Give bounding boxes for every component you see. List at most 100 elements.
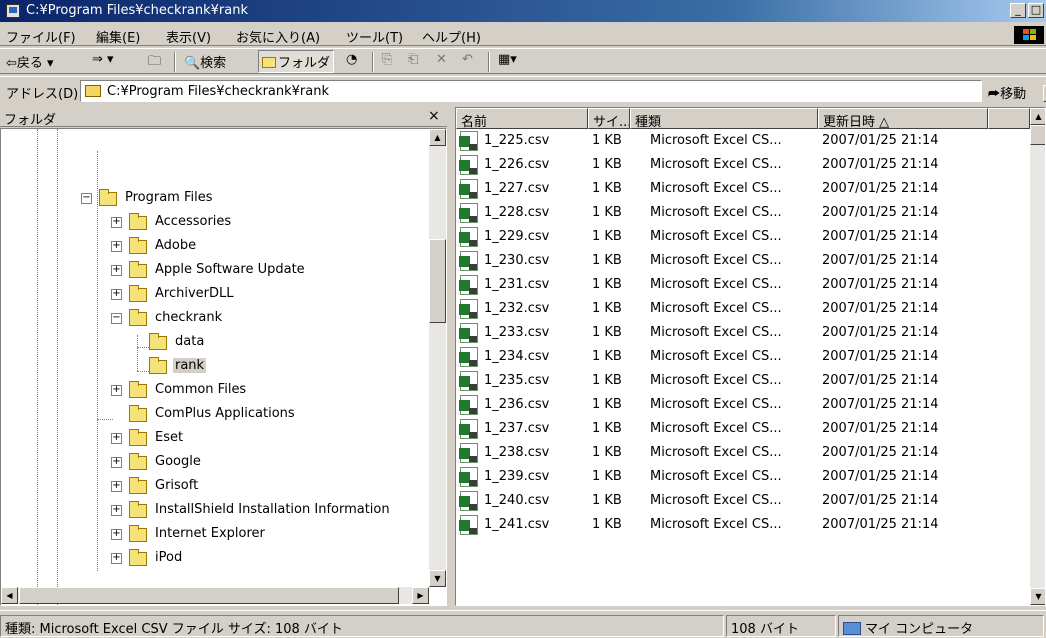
close-folder-pane-button[interactable]: × (428, 108, 440, 124)
menu-file[interactable]: ファイル(F) (6, 27, 76, 46)
go-button[interactable]: ⮫移動 (988, 83, 1026, 102)
move-to-icon[interactable]: ⎘ (382, 52, 392, 67)
copy-to-icon[interactable]: ⎗ (408, 52, 418, 67)
excel-csv-file-icon (459, 251, 478, 271)
history-icon[interactable]: ◔ (346, 52, 357, 67)
file-modified: 2007/01/25 21:14 (822, 421, 939, 436)
column-header-type[interactable]: 種類 (630, 108, 818, 129)
file-type: Microsoft Excel CS... (650, 397, 782, 412)
file-row[interactable]: 1_233.csv 1 KB Microsoft Excel CS... 2007/0… (456, 321, 1030, 345)
expand-icon[interactable]: + (111, 289, 122, 300)
excel-csv-file-icon (459, 347, 478, 367)
file-row[interactable]: 1_231.csv 1 KB Microsoft Excel CS... 2007/0… (456, 273, 1030, 297)
file-row[interactable]: 1_226.csv 1 KB Microsoft Excel CS... 2007/0… (456, 153, 1030, 177)
file-row[interactable]: 1_225.csv 1 KB Microsoft Excel CS... 2007/0… (456, 129, 1030, 153)
title-bar[interactable]: C:¥Program Files¥checkrank¥rank _ □ (0, 0, 1046, 22)
column-header-blank[interactable] (988, 108, 1030, 129)
tree-item-label: Grisoft (155, 478, 199, 493)
forward-button[interactable]: ⇒ ▾ (92, 52, 114, 67)
expand-icon[interactable]: + (111, 457, 122, 468)
file-row[interactable]: 1_228.csv 1 KB Microsoft Excel CS... 2007/0… (456, 201, 1030, 225)
expand-icon[interactable]: + (111, 433, 122, 444)
folder-icon (149, 333, 167, 350)
folder-icon (262, 57, 276, 68)
file-name: 1_231.csv (484, 277, 550, 292)
address-input[interactable]: C:¥Program Files¥checkrank¥rank ▼ (80, 80, 1046, 102)
file-row[interactable]: 1_227.csv 1 KB Microsoft Excel CS... 2007/0… (456, 177, 1030, 201)
up-folder-icon[interactable]: 🗀 (148, 52, 161, 74)
file-modified: 2007/01/25 21:14 (822, 397, 939, 412)
file-type: Microsoft Excel CS... (650, 205, 782, 220)
file-modified: 2007/01/25 21:14 (822, 133, 939, 148)
file-row[interactable]: 1_232.csv 1 KB Microsoft Excel CS... 2007/0… (456, 297, 1030, 321)
list-vertical-scrollbar[interactable]: ▲ ▼ (1030, 108, 1045, 605)
maximize-button[interactable]: □ (1028, 3, 1044, 18)
delete-icon[interactable]: ✕ (436, 52, 447, 67)
file-size: 1 KB (592, 229, 622, 244)
scroll-left-icon[interactable]: ◀ (1, 587, 18, 604)
undo-icon[interactable]: ↶ (462, 52, 473, 67)
expand-icon[interactable]: + (111, 529, 122, 540)
file-row[interactable]: 1_234.csv 1 KB Microsoft Excel CS... 2007/0… (456, 345, 1030, 369)
folders-button[interactable]: フォルダ (258, 50, 335, 73)
menu-edit[interactable]: 編集(E) (96, 27, 140, 46)
folder-open-icon (99, 189, 117, 206)
scrollbar-thumb[interactable] (429, 239, 446, 323)
views-icon[interactable]: ▦▾ (498, 52, 517, 67)
file-size: 1 KB (592, 445, 622, 460)
file-row[interactable]: 1_240.csv 1 KB Microsoft Excel CS... 2007/0… (456, 489, 1030, 513)
scrollbar-thumb[interactable] (1030, 125, 1045, 145)
file-size: 1 KB (592, 205, 622, 220)
tree-line (97, 151, 98, 571)
expand-icon[interactable]: + (111, 505, 122, 516)
file-row[interactable]: 1_238.csv 1 KB Microsoft Excel CS... 2007/0… (456, 441, 1030, 465)
expand-icon[interactable]: + (111, 385, 122, 396)
file-row[interactable]: 1_236.csv 1 KB Microsoft Excel CS... 2007/0… (456, 393, 1030, 417)
file-row[interactable]: 1_241.csv 1 KB Microsoft Excel CS... 2007/0… (456, 513, 1030, 537)
scroll-down-icon[interactable]: ▼ (1030, 588, 1045, 605)
expand-icon[interactable]: + (111, 217, 122, 228)
file-type: Microsoft Excel CS... (650, 253, 782, 268)
column-header-name[interactable]: 名前 (456, 108, 588, 129)
column-header-modified[interactable]: 更新日時 △ (818, 108, 988, 129)
status-location: マイ コンピュータ (838, 615, 1044, 637)
file-row[interactable]: 1_237.csv 1 KB Microsoft Excel CS... 2007/0… (456, 417, 1030, 441)
expand-icon[interactable]: + (111, 553, 122, 564)
menu-view[interactable]: 表示(V) (166, 27, 211, 46)
folder-icon (129, 381, 147, 398)
folder-icon (129, 405, 147, 422)
excel-csv-file-icon (459, 323, 478, 343)
expand-icon[interactable]: + (111, 481, 122, 492)
file-row[interactable]: 1_235.csv 1 KB Microsoft Excel CS... 2007/0… (456, 369, 1030, 393)
minimize-button[interactable]: _ (1010, 3, 1026, 18)
folder-tree[interactable]: − Program Files + Accessories + Adobe + … (0, 128, 447, 606)
menu-help[interactable]: ヘルプ(H) (422, 27, 481, 46)
scroll-right-icon[interactable]: ▶ (412, 587, 429, 604)
tree-horizontal-scrollbar[interactable]: ◀ ▶ (1, 587, 429, 604)
menu-tools[interactable]: ツール(T) (346, 27, 403, 46)
scroll-up-icon[interactable]: ▲ (1030, 108, 1045, 125)
column-header-size[interactable]: サイ... (588, 108, 630, 129)
excel-csv-file-icon (459, 227, 478, 247)
menu-favorites[interactable]: お気に入り(A) (236, 27, 320, 46)
file-type: Microsoft Excel CS... (650, 157, 782, 172)
scroll-up-icon[interactable]: ▲ (429, 129, 446, 146)
file-list[interactable]: 名前 サイ... 種類 更新日時 △ 1_225.csv 1 KB Microsof… (455, 107, 1046, 606)
folders-label: フォルダ (278, 56, 331, 71)
tree-vertical-scrollbar[interactable]: ▲ ▼ (429, 129, 446, 587)
file-modified: 2007/01/25 21:14 (822, 325, 939, 340)
folder-pane-title: フォルダ (4, 113, 57, 128)
scrollbar-thumb[interactable] (19, 587, 399, 604)
collapse-icon[interactable]: − (81, 193, 92, 204)
expand-icon[interactable]: + (111, 265, 122, 276)
back-button[interactable]: ⇦戻る ▾ (6, 52, 54, 71)
file-row[interactable]: 1_229.csv 1 KB Microsoft Excel CS... 2007/0… (456, 225, 1030, 249)
collapse-icon[interactable]: − (111, 313, 122, 324)
scroll-down-icon[interactable]: ▼ (429, 570, 446, 587)
search-button[interactable]: 🔍検索 (184, 52, 226, 71)
tree-item-label: data (175, 334, 205, 349)
file-row[interactable]: 1_239.csv 1 KB Microsoft Excel CS... 2007/0… (456, 465, 1030, 489)
file-row[interactable]: 1_230.csv 1 KB Microsoft Excel CS... 2007/0… (456, 249, 1030, 273)
expand-icon[interactable]: + (111, 241, 122, 252)
tree-item-label: Internet Explorer (155, 526, 265, 541)
